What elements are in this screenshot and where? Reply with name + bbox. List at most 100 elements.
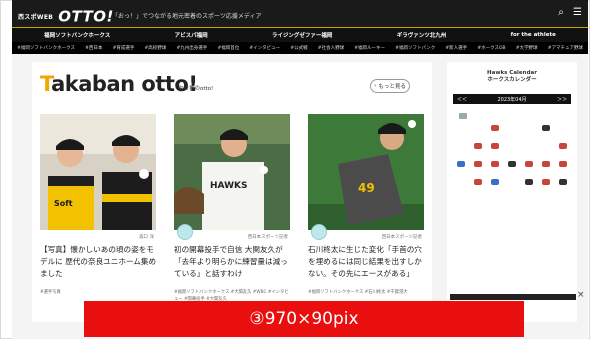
calendar-day[interactable]: [537, 160, 554, 176]
calendar-day[interactable]: [459, 113, 504, 212]
calendar-day[interactable]: [554, 142, 571, 158]
nav-item-athlete[interactable]: for the athlete: [511, 32, 556, 38]
article-title[interactable]: 初の開幕投手で自信 大関友久が「去年より明らかに練習量は減っている」と話すわけ: [174, 244, 292, 280]
chevron-right-icon: ›: [374, 83, 377, 89]
calendar-day[interactable]: [453, 113, 470, 140]
calendar-grid: [453, 106, 571, 212]
tag-link[interactable]: #福岡ルーキー: [354, 45, 385, 51]
close-icon[interactable]: ×: [577, 290, 585, 300]
calendar-day[interactable]: [487, 142, 504, 158]
article-tags[interactable]: #福岡ソフトバンクホークス #石川柊太 #千賀滉大: [308, 289, 426, 296]
calendar-day[interactable]: [459, 106, 571, 122]
calendar-day[interactable]: [554, 160, 571, 176]
calendar-day[interactable]: [453, 113, 470, 194]
article-photo[interactable]: Soft: [40, 114, 156, 230]
calendar-month-label: 2023年04月: [497, 96, 527, 103]
primary-nav: 福岡ソフトバンクホークス アビスパ福岡 ライジングゼファー福岡 ギラヴァンツ北九…: [12, 28, 588, 42]
calendar-day[interactable]: [520, 160, 537, 176]
calendar-day[interactable]: [537, 178, 554, 194]
tag-link[interactable]: #ホークスOB: [477, 45, 505, 51]
svg-text:Soft: Soft: [54, 199, 73, 208]
article-photo[interactable]: 49: [308, 114, 424, 230]
tag-link[interactable]: #福岡首位: [217, 45, 239, 51]
tag-link[interactable]: #高校野球: [145, 45, 167, 51]
calendar-day[interactable]: [459, 113, 571, 140]
article-author: 西日本スポーツ記者: [247, 235, 288, 240]
calendar-day[interactable]: [459, 113, 571, 212]
tag-link[interactable]: #インタビュー: [249, 45, 280, 51]
tag-link[interactable]: #社会人野球: [318, 45, 344, 51]
article-author: 森口 洋: [139, 235, 154, 240]
section-title: Takaban otto!: [40, 72, 198, 96]
author-avatar: [311, 224, 327, 240]
site-tagline: 「おっ！」でつながる地元密着のスポーツ応援メディア: [112, 13, 262, 20]
tag-link[interactable]: #新人選手: [445, 45, 467, 51]
ad-strip: [450, 294, 576, 300]
tag-link[interactable]: #大学野球: [516, 45, 538, 51]
more-button[interactable]: › もっと見る: [370, 79, 410, 93]
tag-link[interactable]: #公式戦: [290, 45, 307, 51]
nav-item-love-sports[interactable]: ギラヴァンツ北九州: [397, 31, 447, 39]
calendar-day[interactable]: [459, 113, 554, 158]
calendar-day[interactable]: [487, 160, 504, 176]
article-card[interactable]: 49 西日本スポーツ記者 石川柊太に生じた変化「手首の穴を埋めるには同じ結果を出…: [308, 114, 424, 295]
article-photo[interactable]: HAWKS: [174, 114, 290, 230]
article-title[interactable]: 石川柊太に生じた変化「手首の穴を埋めるには同じ結果を出すしかない。その先にエース…: [308, 244, 426, 280]
calendar-next-button[interactable]: ＞＞: [557, 96, 567, 103]
calendar-day[interactable]: [459, 113, 521, 158]
calendar-day[interactable]: [459, 113, 521, 194]
tag-link[interactable]: #アマチュア野球: [548, 45, 583, 51]
calendar-day[interactable]: [459, 113, 537, 140]
menu-icon[interactable]: ☰: [573, 7, 582, 18]
svg-text:49: 49: [358, 181, 375, 195]
calendar-day[interactable]: [537, 124, 554, 140]
more-button-label: もっと見る: [378, 84, 406, 90]
ad-banner[interactable]: ③970×90pix: [84, 301, 524, 337]
search-icon[interactable]: ⌕: [558, 7, 564, 18]
calendar-day[interactable]: [453, 113, 470, 158]
svg-text:HAWKS: HAWKS: [210, 181, 247, 191]
calendar-day[interactable]: [453, 113, 470, 212]
article-card[interactable]: HAWKS 西日本スポーツ記者 初の開幕投手で自信 大関友久が「去年より明らかに…: [174, 114, 290, 302]
tag-link[interactable]: #西日本: [85, 45, 102, 51]
calendar-day[interactable]: [470, 178, 487, 194]
article-card[interactable]: Soft 森口 洋 【写真】懐かしいあの頃の姿をモデルに 歴代の奈良ユニホーム集…: [40, 114, 156, 295]
site-header: 西スポWEB OTTO! 「おっ！」でつながる地元密着のスポーツ応援メディア ⌕…: [12, 0, 588, 28]
calendar-day[interactable]: [470, 142, 487, 158]
calendar-day[interactable]: [459, 113, 487, 212]
header-icons: ⌕ ☰: [552, 7, 582, 18]
calendar-month-bar: ＜＜ 2023年04月 ＞＞: [453, 94, 571, 104]
calendar-day[interactable]: [520, 178, 537, 194]
hawks-calendar: Hawks Calendar ホークスカレンダー ＜＜ 2023年04月 ＞＞: [447, 62, 577, 322]
calendar-day[interactable]: [459, 113, 521, 212]
calendar-day[interactable]: [504, 160, 521, 176]
logo-small-text: 西スポWEB: [18, 14, 54, 21]
calendar-day[interactable]: [453, 160, 470, 176]
nav-item-hawks[interactable]: 福岡ソフトバンクホークス: [44, 31, 110, 39]
tag-link[interactable]: #福岡ソフトバンク: [395, 45, 435, 51]
calendar-day[interactable]: [554, 178, 571, 194]
calendar-day[interactable]: [459, 113, 487, 140]
article-title[interactable]: 【写真】懐かしいあの頃の姿をモデルに 歴代の奈良ユニホーム集めました: [40, 244, 158, 280]
logo-big-text: OTTO!: [58, 7, 114, 26]
takaban-section: Takaban otto! タカ番のotto! › もっと見る Soft 森口 …: [32, 62, 432, 322]
site-logo[interactable]: 西スポWEB OTTO!: [18, 6, 114, 26]
calendar-prev-button[interactable]: ＜＜: [457, 96, 467, 103]
calendar-day[interactable]: [459, 113, 537, 158]
article-author: 西日本スポーツ記者: [381, 235, 422, 240]
nav-item-avispa[interactable]: アビスパ福岡: [175, 31, 208, 39]
tag-nav: #福岡ソフトバンクホークス #西日本 #育成選手 #高校野球 #九州出身選手 #…: [12, 42, 588, 54]
tag-link[interactable]: #九州出身選手: [176, 45, 207, 51]
calendar-day[interactable]: [459, 113, 537, 212]
tag-link[interactable]: #福岡ソフトバンクホークス: [17, 45, 75, 51]
calendar-day[interactable]: [487, 178, 504, 194]
calendar-day[interactable]: [459, 106, 554, 122]
calendar-day[interactable]: [470, 160, 487, 176]
calendar-day[interactable]: [459, 113, 554, 212]
author-avatar: [177, 224, 193, 240]
calendar-day[interactable]: [487, 124, 504, 140]
nav-item-springs[interactable]: ライジングゼファー福岡: [272, 31, 333, 39]
tag-link[interactable]: #育成選手: [113, 45, 135, 51]
article-tags[interactable]: #選手写真: [40, 289, 158, 296]
calendar-day[interactable]: [459, 113, 521, 140]
